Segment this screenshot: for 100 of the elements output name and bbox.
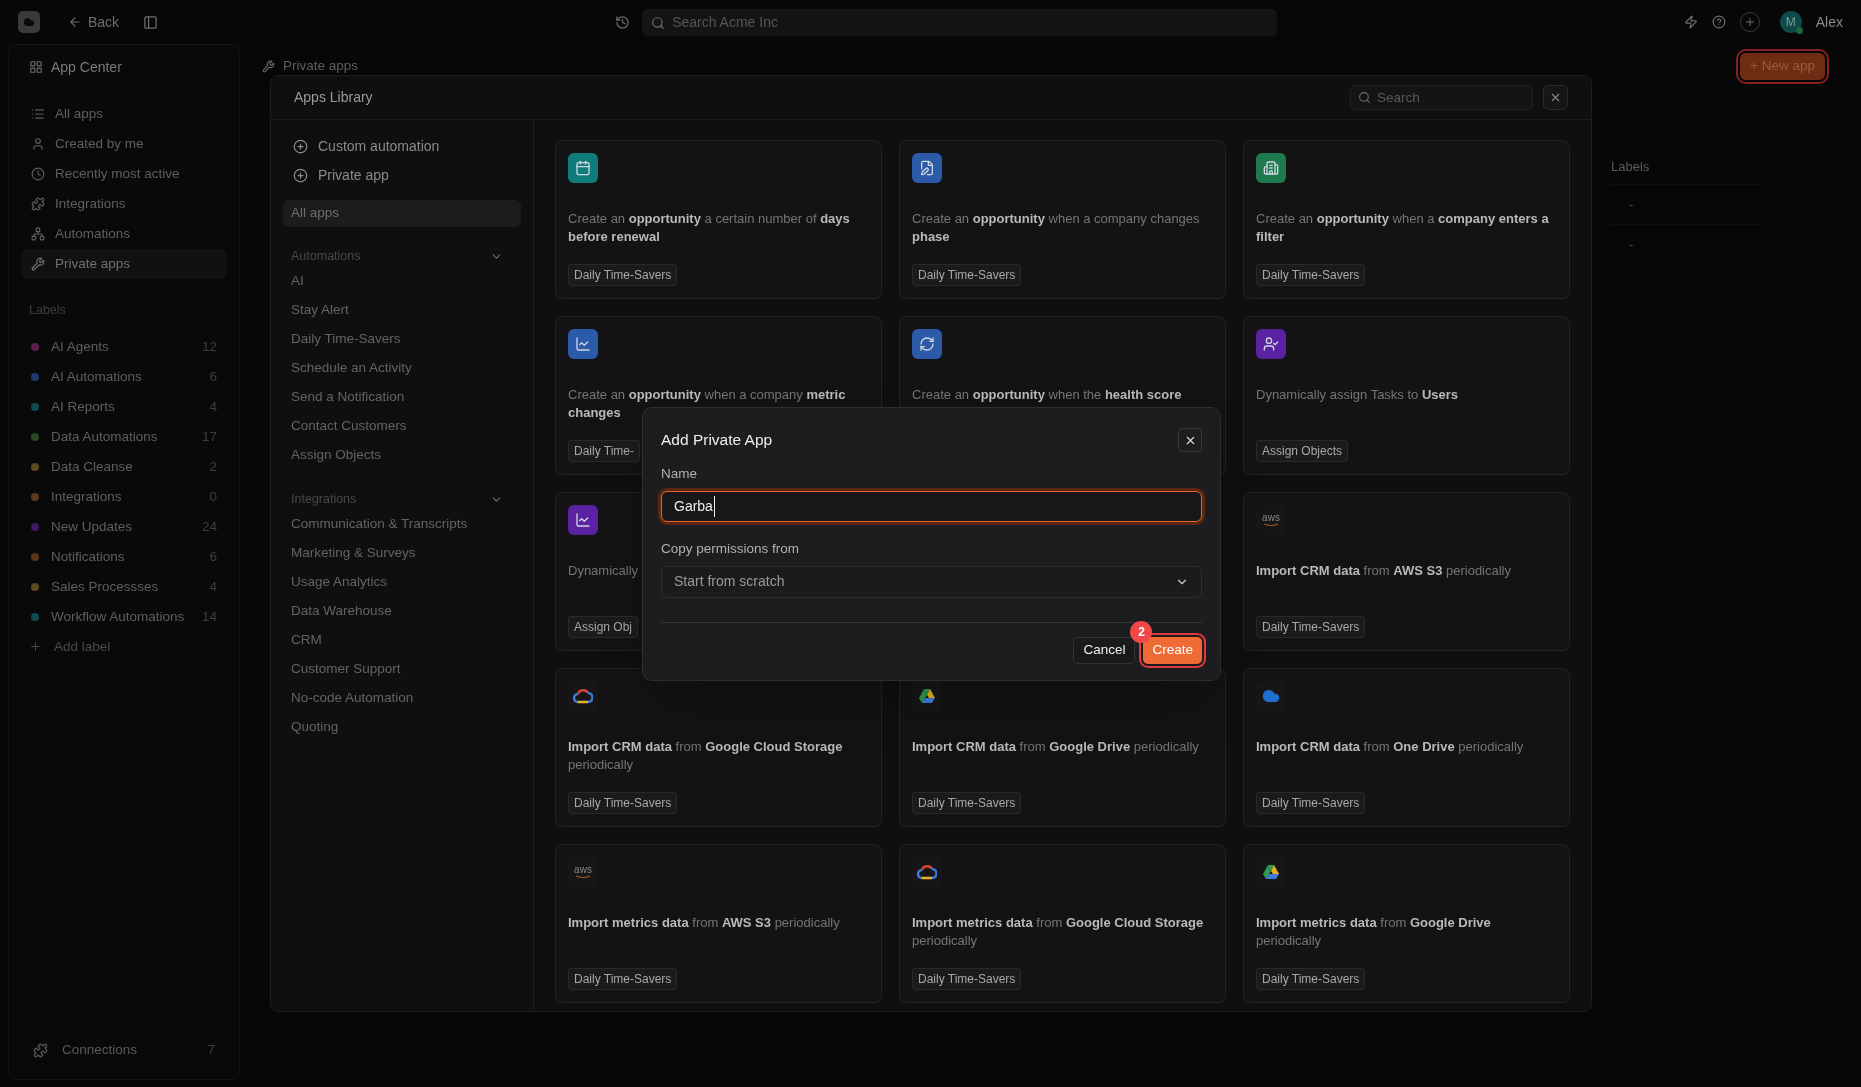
add-label-button[interactable]: Add label — [21, 631, 227, 662]
section-heading: Integrations — [291, 490, 357, 508]
table-cell-text: - — [1629, 195, 1634, 214]
category-item[interactable]: Customer Support — [283, 655, 521, 684]
category-tag: Daily Time-Savers — [1256, 616, 1366, 638]
plus-circle-icon — [293, 139, 308, 154]
app-card[interactable]: Dynamically assign Tasks to Users Assign Objects — [1243, 316, 1570, 475]
plus-icon — [1743, 16, 1756, 28]
category-item[interactable]: Send a Notification — [283, 383, 521, 412]
puzzle-icon — [33, 1042, 48, 1058]
card-description: Import metrics data from Google Drive periodically — [1256, 914, 1492, 950]
app-card[interactable]: Import CRM data from Google Drive periodically Daily Time-Savers — [899, 668, 1226, 827]
card-description: Create an opportunity a certain number of days before renewal — [568, 210, 851, 246]
sidebar-toggle-icon[interactable] — [143, 14, 159, 30]
card-description: Create an opportunity when the health score — [912, 386, 1183, 404]
app-card[interactable]: Import CRM data from Google Cloud Storage periodically Daily Time-Savers — [555, 668, 882, 827]
field-label: Copy permissions from — [661, 540, 801, 559]
sidebar-item[interactable]: Created by me — [21, 129, 227, 159]
name-input-field[interactable]: Garba — [661, 491, 1202, 523]
sidebar-item[interactable]: Private apps — [21, 249, 227, 279]
category-tag: Daily Time-Savers — [1256, 264, 1366, 286]
category-tag: Assign Obj — [568, 616, 639, 638]
permissions-select[interactable]: Start from scratch — [661, 565, 1202, 598]
app-card[interactable]: Create an opportunity when a company changes phase Daily Time-Savers — [899, 140, 1226, 299]
category-item[interactable]: Schedule an Activity — [283, 354, 521, 383]
app-card[interactable]: aws Import CRM data from AWS S3 periodically Daily Time-Savers — [1243, 492, 1570, 651]
grid-icon — [29, 60, 43, 74]
category-item[interactable]: Quoting — [283, 713, 521, 742]
drive-logo-icon — [1262, 864, 1280, 880]
category-tag: Assign Objects — [1256, 440, 1349, 462]
cloud-logo-icon — [917, 864, 937, 880]
category-item[interactable]: AI — [283, 267, 521, 296]
card-description: Create an opportunity when a company metric changes — [568, 386, 847, 422]
cloud-icon — [1262, 687, 1280, 705]
card-description: Import metrics data from Google Cloud Storage periodically — [912, 914, 1205, 950]
app-card[interactable]: Import CRM data from One Drive periodically Daily Time-Savers — [1243, 668, 1570, 827]
app-card[interactable]: Import metrics data from Google Cloud Storage periodically Daily Time-Savers — [899, 844, 1226, 1003]
card-description: Import metrics data from AWS S3 periodically — [568, 914, 841, 932]
category-item[interactable]: No-code Automation — [283, 684, 521, 713]
app-card[interactable]: aws Import metrics data from AWS S3 periodically Daily Time-Savers — [555, 844, 882, 1003]
create-action[interactable]: Custom automation — [283, 132, 521, 161]
cancel-button[interactable]: Cancel — [1073, 636, 1136, 664]
create-action[interactable]: Private app — [283, 161, 521, 190]
sidebar-item[interactable]: Integrations — [21, 189, 227, 219]
sidebar-item[interactable]: Recently most active — [21, 159, 227, 189]
step-badge: 2 — [1130, 620, 1153, 643]
table-cell-text: - — [1629, 235, 1634, 254]
category-item[interactable]: Communication & Transcripts — [283, 510, 521, 539]
network-icon — [31, 227, 45, 241]
user-name: Alex — [1815, 12, 1843, 32]
app-card[interactable]: Create an opportunity when a company enters a filter Daily Time-Savers — [1243, 140, 1570, 299]
card-description: Import CRM data from One Drive periodically — [1256, 738, 1525, 756]
category-tag: Daily Time-Savers — [568, 968, 678, 990]
category-tag: Daily Time-Savers — [912, 792, 1022, 814]
clock-icon — [31, 167, 45, 181]
category-item[interactable]: Daily Time-Savers — [283, 325, 521, 354]
card-description: Dynamically assign Tasks to Users — [1256, 386, 1460, 404]
plus-icon — [29, 640, 42, 654]
bolt-icon[interactable] — [1683, 15, 1698, 29]
card-description: Import CRM data from Google Drive periodically — [912, 738, 1200, 756]
sidebar-item[interactable]: All apps — [21, 99, 227, 129]
card-description: Create an opportunity when a company changes phase — [912, 210, 1201, 246]
dialog-title: Add Private App — [661, 430, 773, 451]
sidebar-item[interactable]: Automations — [21, 219, 227, 249]
category-item[interactable]: Data Warehouse — [283, 597, 521, 626]
category-tag: Daily Time-Savers — [568, 264, 678, 286]
category-item[interactable]: Assign Objects — [283, 441, 521, 470]
wrench-icon — [31, 257, 45, 271]
card-description: Import CRM data from AWS S3 periodically — [1256, 562, 1512, 580]
card-description: Create an opportunity when a company enters a filter — [1256, 210, 1550, 246]
close-button[interactable] — [1178, 428, 1202, 452]
app-card[interactable]: Import metrics data from Google Drive periodically Daily Time-Savers — [1243, 844, 1570, 1003]
category-item[interactable]: CRM — [283, 626, 521, 655]
back-button[interactable]: Back — [68, 11, 120, 33]
list-icon — [31, 107, 45, 121]
user-avatar[interactable]: M — [1779, 11, 1802, 33]
category-item[interactable]: Usage Analytics — [283, 568, 521, 597]
card-description: Dynamically — [568, 562, 640, 580]
category-tag: Daily Time-Savers — [912, 264, 1022, 286]
all-apps-item[interactable]: All apps — [283, 200, 521, 227]
section-heading: Automations — [291, 247, 361, 265]
puzzle-icon — [31, 197, 45, 211]
category-tag: Daily Time-Savers — [568, 792, 678, 814]
app-card[interactable]: Create an opportunity a certain number of days before renewal Daily Time-Savers — [555, 140, 882, 299]
help-icon[interactable] — [1711, 15, 1726, 29]
search-icon — [1358, 91, 1371, 104]
history-icon[interactable] — [615, 14, 631, 30]
column-header: Labels — [1611, 158, 1650, 177]
category-item[interactable]: Contact Customers — [283, 412, 521, 441]
sidebar-title: App Center — [51, 57, 122, 77]
search-field[interactable]: Search Acme Inc — [642, 8, 1278, 36]
plus-circle-icon — [293, 168, 308, 183]
category-item[interactable]: Stay Alert — [283, 296, 521, 325]
library-search-field[interactable]: Search — [1350, 85, 1533, 110]
wrench-icon — [262, 59, 275, 73]
cloud-logo-icon — [573, 688, 593, 704]
category-tag: Daily Time- — [568, 440, 640, 462]
panel-title: Apps Library — [294, 88, 373, 107]
search-icon — [651, 15, 666, 30]
category-item[interactable]: Marketing & Surveys — [283, 539, 521, 568]
